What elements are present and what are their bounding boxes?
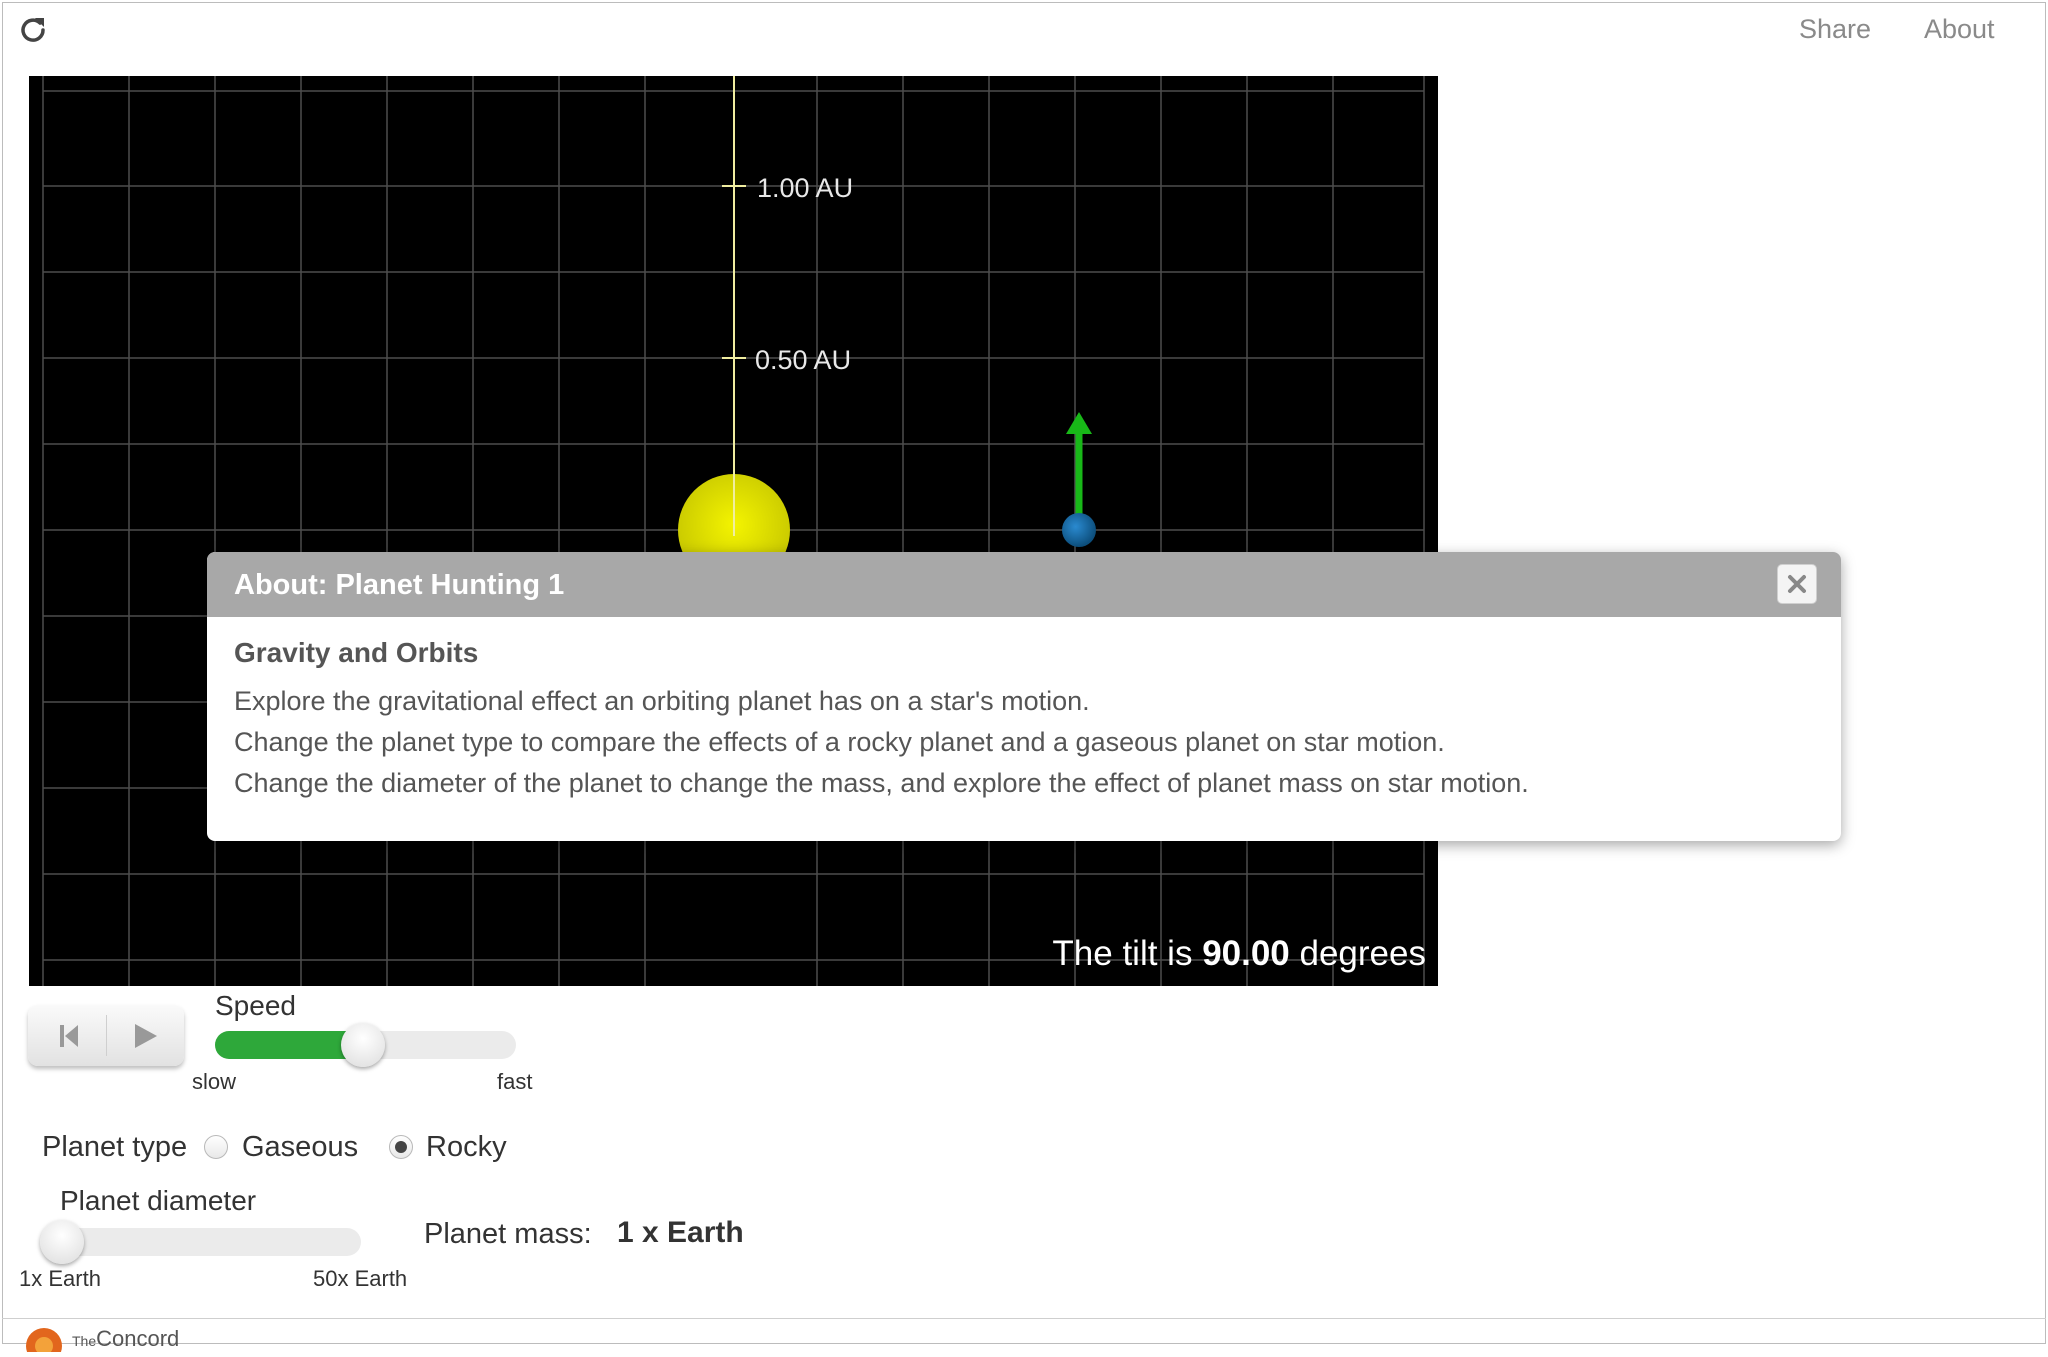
axis-label-0-5au: 0.50 AU [755, 345, 851, 375]
planet-type-label: Planet type [42, 1131, 188, 1163]
planet-diameter-label: Planet diameter [60, 1185, 257, 1216]
velocity-arrow-head[interactable] [1066, 412, 1092, 434]
speed-max-label: fast [497, 1069, 533, 1094]
orbit-view: 1.00 AU 0.50 AU [42, 76, 1425, 986]
dialog-heading: Gravity and Orbits [234, 637, 479, 668]
planet-diameter-slider[interactable] [48, 1228, 361, 1256]
speed-slider-knob[interactable] [340, 1023, 385, 1067]
tilt-value: 90.00 [1202, 934, 1290, 973]
reset-icon[interactable] [28, 1005, 106, 1066]
close-icon[interactable] [1787, 574, 1807, 594]
rocky-radio[interactable] [389, 1135, 413, 1159]
reload-icon[interactable] [18, 14, 48, 44]
diameter-min-label: 1x Earth [19, 1266, 101, 1291]
footer-divider [2, 1318, 2046, 1319]
diameter-max-label: 50x Earth [313, 1266, 408, 1291]
dialog-line: Explore the gravitational effect an orbi… [234, 686, 1090, 716]
gaseous-label[interactable]: Gaseous [242, 1131, 358, 1164]
dialog-body: Gravity and Orbits Explore the gravitati… [207, 617, 1841, 824]
dialog-title: About: Planet Hunting 1 [234, 569, 565, 601]
axis-label-1au: 1.00 AU [757, 173, 853, 203]
planet-mass-label: Planet mass: [424, 1218, 592, 1250]
share-link[interactable]: Share [1799, 14, 1871, 45]
planet[interactable] [1062, 513, 1096, 547]
planet-diameter-knob[interactable] [40, 1220, 84, 1264]
concord-logo-icon [20, 1322, 68, 1357]
dialog-line: Change the planet type to compare the ef… [234, 727, 1445, 757]
concord-logo-text: TheConcord [72, 1326, 180, 1351]
speed-label: Speed [215, 990, 296, 1021]
play-icon[interactable] [107, 1005, 185, 1066]
tilt-readout: The tilt is 90.00 degrees [1052, 934, 1426, 973]
reset-button[interactable] [28, 1005, 106, 1066]
dialog-line: Change the diameter of the planet to cha… [234, 768, 1529, 798]
play-button[interactable] [107, 1005, 185, 1066]
gaseous-radio[interactable] [204, 1135, 228, 1159]
planet-mass-value: 1 x Earth [617, 1216, 744, 1249]
about-dialog: About: Planet Hunting 1 Gravity and Orbi… [207, 552, 1841, 841]
playback-controls [28, 1005, 184, 1066]
rocky-label[interactable]: Rocky [426, 1131, 507, 1164]
speed-min-label: slow [192, 1069, 237, 1094]
simulation-canvas[interactable]: 1.00 AU 0.50 AU The tilt is 90.00 degree… [29, 76, 1438, 986]
about-link[interactable]: About [1924, 14, 1995, 45]
close-button[interactable] [1777, 564, 1817, 604]
dialog-header: About: Planet Hunting 1 [207, 552, 1841, 617]
